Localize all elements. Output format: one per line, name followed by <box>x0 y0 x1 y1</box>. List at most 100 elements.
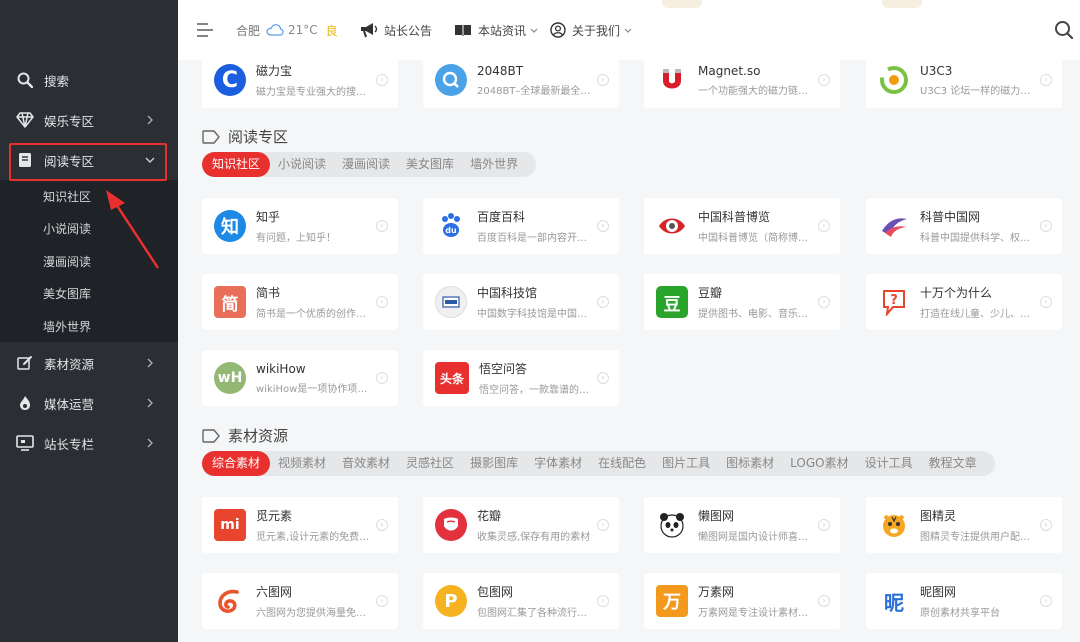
card-desc: 觅元素,设计元素的免费下载... <box>256 532 370 543</box>
section-title-text: 素材资源 <box>228 427 289 445</box>
site-card-zhihu[interactable]: 知 知乎 有问题，上知乎！ › <box>202 198 398 254</box>
card-desc: wikiHow是一项协作项目，... <box>256 383 370 395</box>
card-desc: 懒图网是国内设计师喜欢的... <box>698 532 812 543</box>
sidebar-item-entertainment[interactable]: 娱乐专区 <box>0 100 178 140</box>
douban-logo-icon: 豆 <box>656 286 688 318</box>
site-card-jianshu[interactable]: 简 简书简书是一个优质的创作社区... › <box>202 274 398 330</box>
card-title: Magnet.so <box>698 63 761 78</box>
sidebar-item-media[interactable]: 媒体运营 <box>0 383 178 423</box>
submenu-item-outside-world[interactable]: 墙外世界 <box>43 317 91 337</box>
site-card-kejiguan[interactable]: 中国科技馆中国数字科技馆是中国科协... › <box>423 274 619 330</box>
tab-audio[interactable]: 音效素材 <box>334 451 398 476</box>
site-card-wikihow[interactable]: wH wikiHow wikiHow是一项协作项目，... › <box>202 350 398 406</box>
site-card-kepu-bolan[interactable]: 中国科普博览中国科普博览（简称博览）... › <box>644 198 840 254</box>
card-title: 中国科普博览 <box>698 210 771 224</box>
announcement-link[interactable]: 站长公告 <box>360 20 432 40</box>
card-desc: 2048BT–全球最新最全bt种... <box>477 85 591 97</box>
card-title: 觅元素 <box>256 509 293 523</box>
submenu-item-knowledge[interactable]: 知识社区 <box>43 187 91 207</box>
tab-inspiration[interactable]: 灵感社区 <box>398 451 462 476</box>
site-card-2048bt[interactable]: 2048BT 2048BT–全球最新最全bt种... › <box>423 52 619 108</box>
card-desc: 图精灵专注提供用户配图背... <box>920 532 1034 543</box>
search-icon <box>16 71 34 89</box>
tab-icon[interactable]: 图标素材 <box>718 451 782 476</box>
arrow-right-icon: › <box>1040 296 1052 308</box>
tiger-logo-icon <box>878 509 910 541</box>
site-card-baidu-baike[interactable]: du 百度百科百度百科是一部内容开放、... › <box>423 198 619 254</box>
card-title: U3C3 <box>920 63 953 78</box>
card-title: 中国科技馆 <box>477 286 538 300</box>
site-card-liutu[interactable]: 六图网六图网为您提供海量免费设... › <box>202 573 398 629</box>
wansu-logo-icon: 万 <box>656 585 688 617</box>
menu-toggle-button[interactable] <box>196 20 214 40</box>
site-card-tujingling[interactable]: 图精灵图精灵专注提供用户配图背... › <box>866 497 1062 553</box>
sidebar-item-search[interactable]: 搜索 <box>0 60 178 100</box>
sidebar-item-webmaster[interactable]: 站长专栏 <box>0 423 178 463</box>
weather-widget[interactable]: 合肥 21°C 良 <box>236 20 338 40</box>
site-card-lantu[interactable]: 懒图网懒图网是国内设计师喜欢的... › <box>644 497 840 553</box>
tab-logo[interactable]: LOGO素材 <box>782 451 856 476</box>
site-card-wukong[interactable]: 头条 悟空问答悟空问答，一款靠谱的问答... › <box>423 350 619 406</box>
monitor-icon <box>16 434 34 452</box>
tab-color[interactable]: 在线配色 <box>590 451 654 476</box>
tab-knowledge[interactable]: 知识社区 <box>202 152 271 177</box>
baotu-logo-icon: P <box>435 585 467 617</box>
svg-text:?: ? <box>890 293 898 308</box>
site-card-cilibao[interactable]: C 磁力宝磁力宝是专业强大的搜索引... › <box>202 52 398 108</box>
news-dropdown[interactable]: 本站资讯 <box>454 20 538 40</box>
arrow-right-icon: › <box>597 372 609 384</box>
arrow-right-icon: › <box>1040 74 1052 86</box>
card-desc: 提供图书、电影、音乐唱片... <box>698 309 812 320</box>
card-desc: 一个功能强大的磁力链接搜... <box>698 85 812 97</box>
card-title: 十万个为什么 <box>920 286 993 300</box>
card-desc: 中国数字科技馆是中国科协... <box>477 309 591 320</box>
tab-video[interactable]: 视频素材 <box>270 451 334 476</box>
site-card-miyuansu[interactable]: mi 觅元素觅元素,设计元素的免费下载... › <box>202 497 398 553</box>
arrow-right-icon: › <box>376 519 388 531</box>
site-card-kepu-china[interactable]: 科普中国网科普中国提供科学、权威、... › <box>866 198 1062 254</box>
arrow-right-icon: › <box>1040 519 1052 531</box>
site-card-u3c3[interactable]: U3C3 U3C3 论坛一样的磁力搜索... › <box>866 52 1062 108</box>
card-title: 昵图网 <box>920 585 957 599</box>
site-card-wansu[interactable]: 万 万素网万素网是专注设计素材免费... › <box>644 573 840 629</box>
arrow-right-icon: › <box>818 296 830 308</box>
tab-novel[interactable]: 小说阅读 <box>270 152 334 177</box>
site-card-baotu[interactable]: P 包图网包图网汇集了各种流行趋势... › <box>423 573 619 629</box>
arrow-right-icon: › <box>818 74 830 86</box>
submenu-item-gallery[interactable]: 美女图库 <box>43 284 91 304</box>
tab-outside-world[interactable]: 墙外世界 <box>462 152 526 177</box>
tab-font[interactable]: 字体素材 <box>526 451 590 476</box>
card-title: 豆瓣 <box>698 286 723 300</box>
kepu-china-logo-icon <box>878 210 910 242</box>
arrow-right-icon: › <box>597 595 609 607</box>
partial-card-top <box>662 0 702 8</box>
sidebar-item-label: 媒体运营 <box>44 396 95 412</box>
air-quality: 良 <box>325 23 338 38</box>
site-card-nipic[interactable]: 昵 昵图网 原创素材共享平台 › <box>866 573 1062 629</box>
submenu-item-novel[interactable]: 小说阅读 <box>43 219 91 239</box>
card-desc: 悟空问答，一款靠谱的问答... <box>479 385 591 396</box>
section-title-reading: 阅读专区 <box>202 126 288 147</box>
sidebar-item-label: 站长专栏 <box>44 436 95 452</box>
arrow-right-icon: › <box>376 220 388 232</box>
tab-design-tools[interactable]: 设计工具 <box>857 451 921 476</box>
materials-tabs: 综合素材 视频素材 音效素材 灵感社区 摄影图库 字体素材 在线配色 图片工具 … <box>202 451 995 476</box>
tab-gallery[interactable]: 美女图库 <box>398 152 462 177</box>
site-card-huaban[interactable]: 花瓣 收集灵感,保存有用的素材 › <box>423 497 619 553</box>
tab-tutorial[interactable]: 教程文章 <box>921 451 985 476</box>
megaphone-icon <box>360 22 378 38</box>
about-dropdown[interactable]: 关于我们 <box>550 20 632 40</box>
tab-image-tools[interactable]: 图片工具 <box>654 451 718 476</box>
tab-general[interactable]: 综合素材 <box>202 451 271 476</box>
submenu-item-comic[interactable]: 漫画阅读 <box>43 252 91 272</box>
sidebar-item-materials[interactable]: 素材资源 <box>0 343 178 383</box>
tab-comic[interactable]: 漫画阅读 <box>334 152 398 177</box>
edit-icon <box>16 354 34 372</box>
announcement-label: 站长公告 <box>384 23 433 38</box>
search-button[interactable] <box>1054 20 1074 40</box>
site-card-douban[interactable]: 豆 豆瓣提供图书、电影、音乐唱片... › <box>644 274 840 330</box>
menu-icon <box>197 23 213 37</box>
site-card-shiwange[interactable]: ? 十万个为什么打造在线儿童、少儿、青少... › <box>866 274 1062 330</box>
site-card-magnet[interactable]: Magnet.so 一个功能强大的磁力链接搜... › <box>644 52 840 108</box>
tab-photo[interactable]: 摄影图库 <box>462 451 526 476</box>
